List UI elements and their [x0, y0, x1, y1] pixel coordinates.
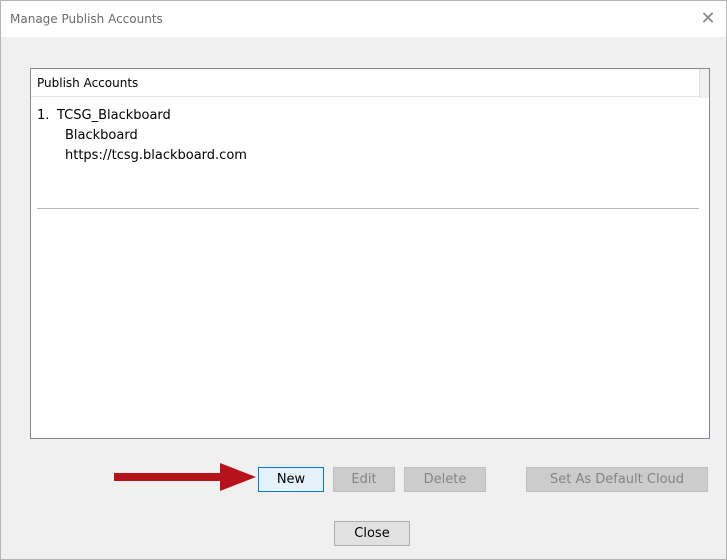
scrollbar[interactable]	[699, 69, 709, 98]
account-number: 1.	[37, 108, 50, 123]
close-icon[interactable]: ✕	[696, 7, 720, 29]
dialog-title: Manage Publish Accounts	[10, 12, 163, 26]
account-url: https://tcsg.blackboard.com	[65, 148, 247, 163]
new-button[interactable]: New	[258, 467, 324, 492]
account-type: Blackboard	[65, 128, 138, 143]
red-arrow-icon	[114, 463, 256, 491]
set-as-default-cloud-button[interactable]: Set As Default Cloud	[526, 467, 708, 492]
close-button[interactable]: Close	[334, 521, 410, 546]
manage-publish-accounts-dialog: Manage Publish Accounts ✕ Publish Accoun…	[0, 0, 727, 560]
list-item[interactable]: 1. TCSG_Blackboard Blackboard https://tc…	[37, 107, 699, 209]
list-header: Publish Accounts	[31, 69, 699, 97]
title-bar: Manage Publish Accounts ✕	[1, 1, 726, 37]
publish-accounts-list: Publish Accounts 1. TCSG_Blackboard Blac…	[30, 68, 710, 439]
account-name: TCSG_Blackboard	[57, 108, 171, 123]
edit-button[interactable]: Edit	[333, 467, 395, 492]
delete-button[interactable]: Delete	[404, 467, 486, 492]
